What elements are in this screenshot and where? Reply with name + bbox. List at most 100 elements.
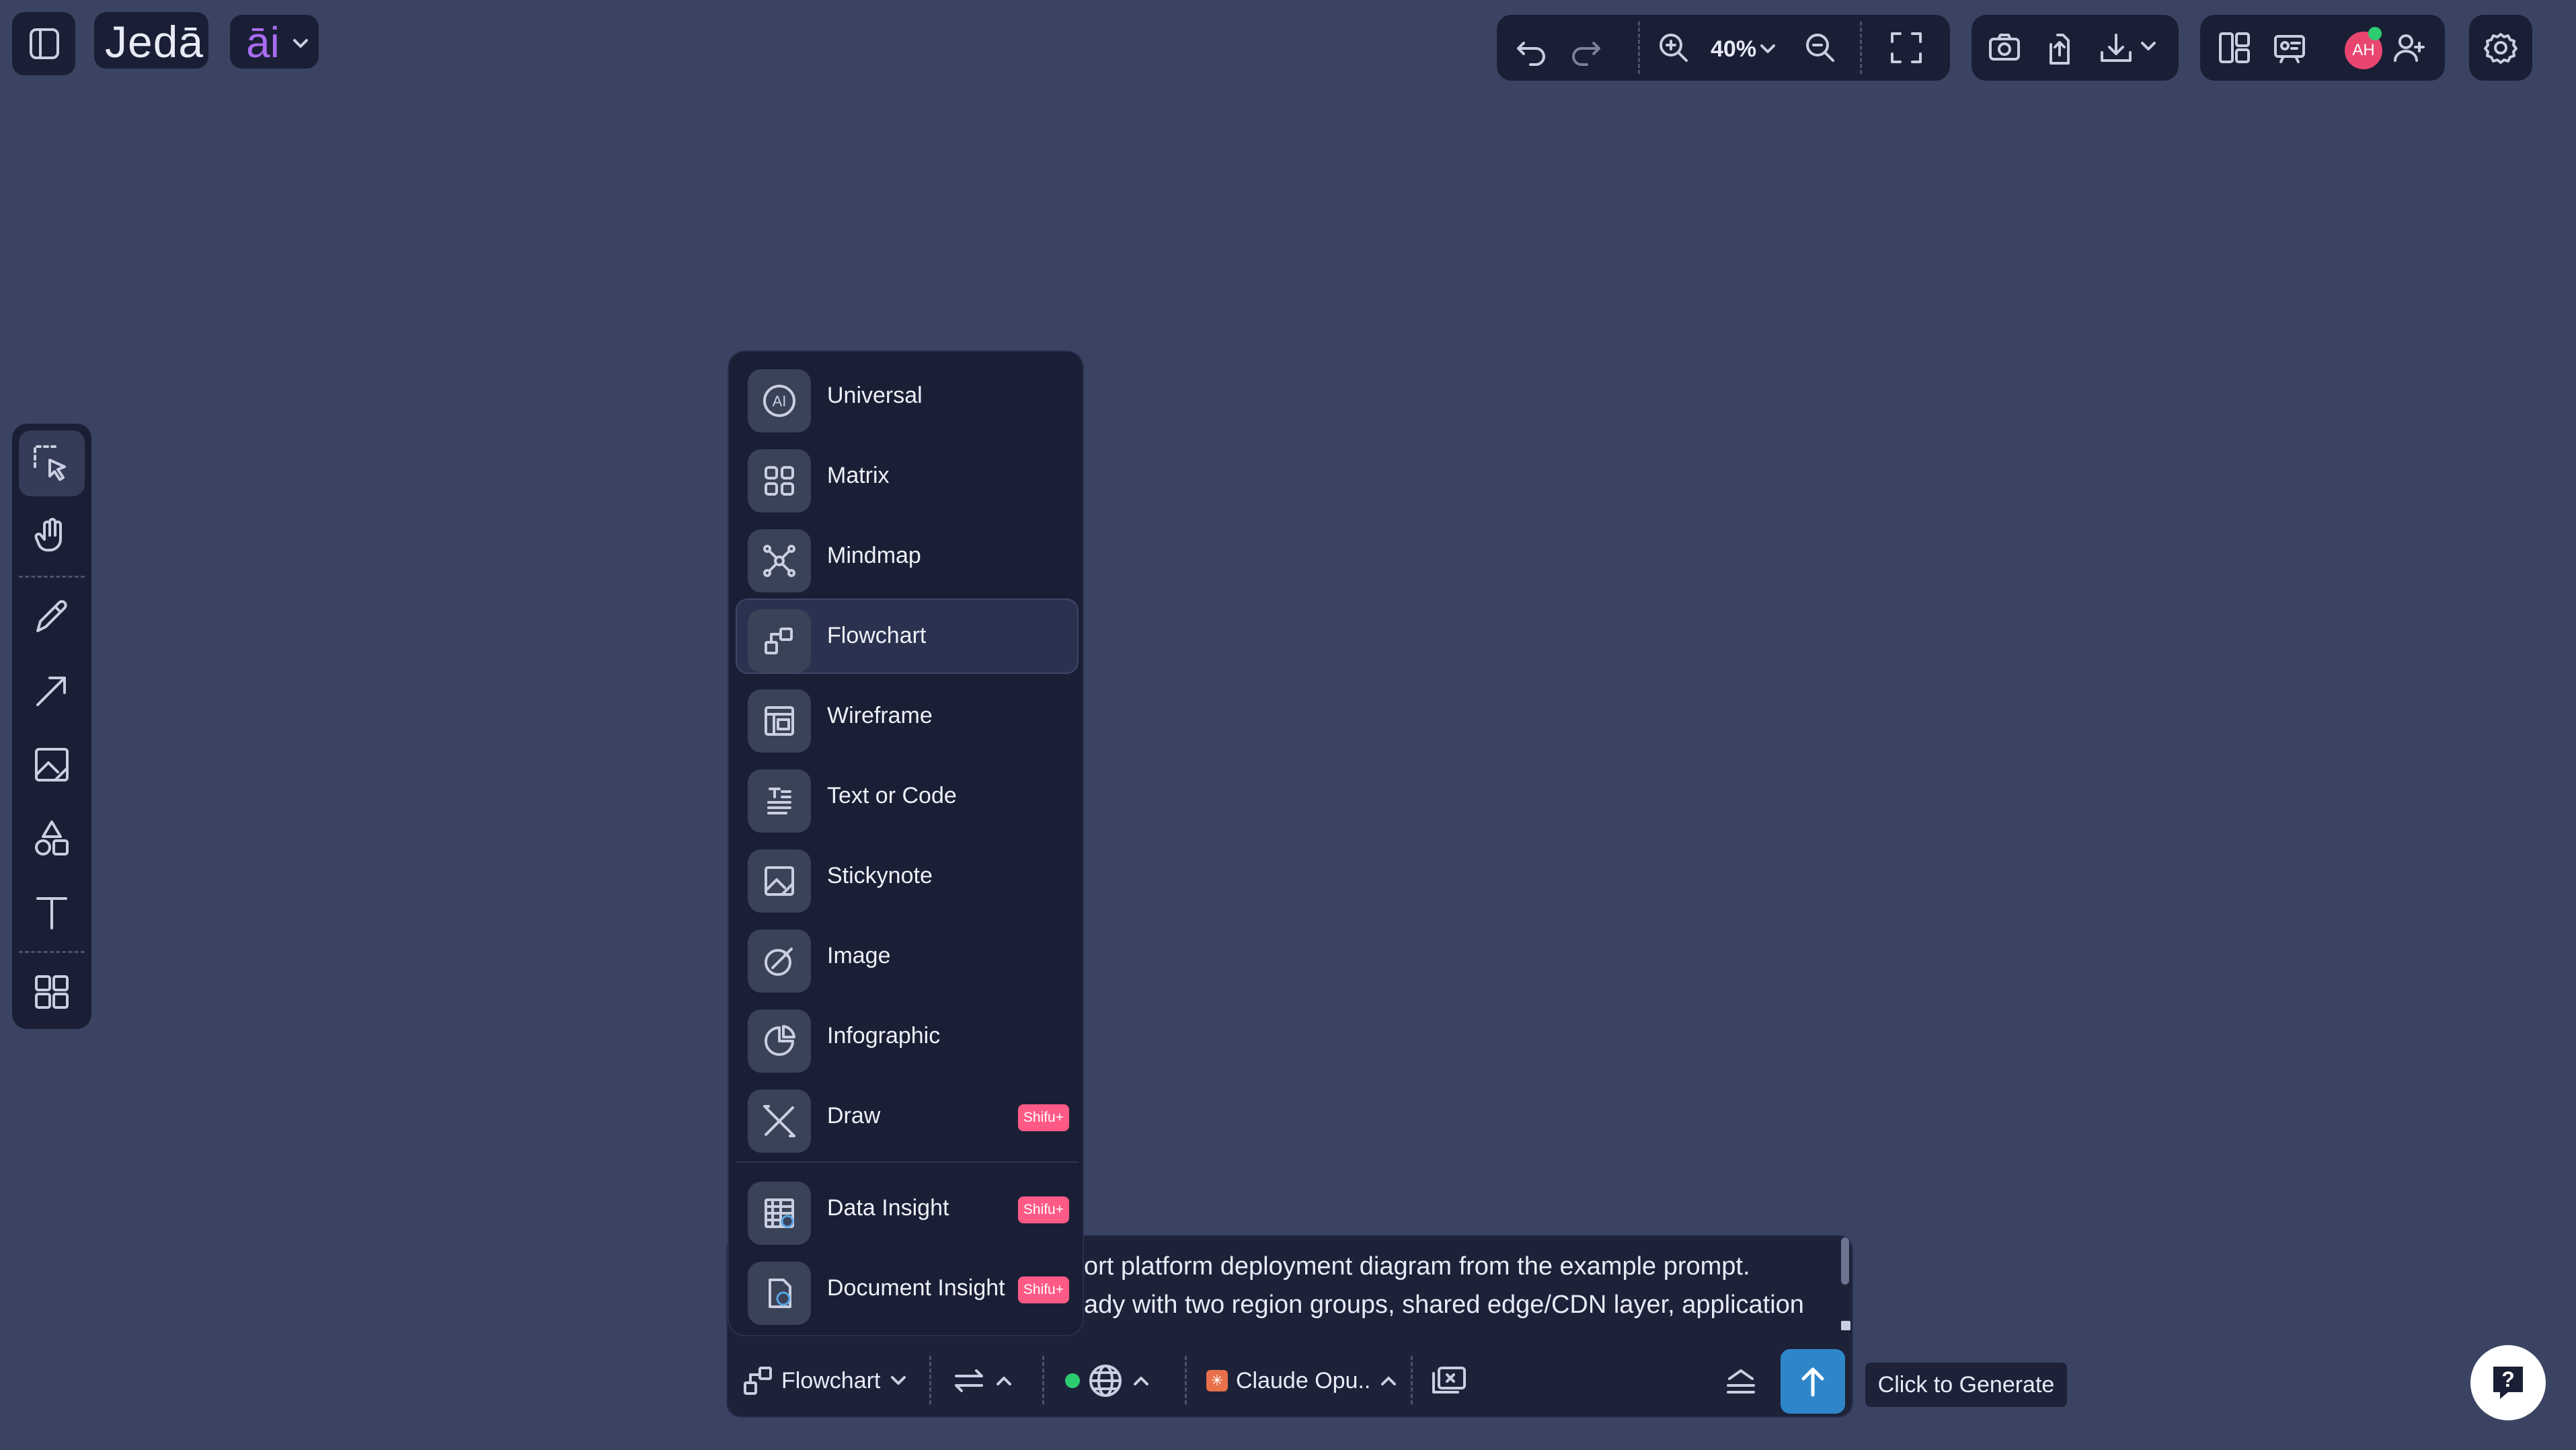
presentation-button[interactable]: [2269, 27, 2310, 69]
menu-item-label: Image: [827, 943, 891, 968]
prompt-scrollbar[interactable]: [1841, 1237, 1849, 1285]
menu-item-document-insight[interactable]: Document Insight Shifu+: [736, 1251, 1079, 1326]
flowchart-icon: [744, 1367, 772, 1395]
menu-item-data-insight[interactable]: Data Insight Shifu+: [736, 1171, 1079, 1246]
stickynote-tool[interactable]: [19, 732, 85, 798]
clear-context-button[interactable]: [1428, 1360, 1470, 1402]
mode-select[interactable]: Flowchart: [742, 1361, 908, 1400]
undo-button[interactable]: [1510, 27, 1552, 69]
pan-tool[interactable]: [19, 503, 85, 569]
history-zoom-toolbar: 40%: [1497, 15, 1950, 81]
menu-item-matrix[interactable]: Matrix: [736, 438, 1079, 514]
image-brush-icon: [748, 929, 811, 993]
prompt-line-1: ort platform deployment diagram from the…: [1084, 1252, 1750, 1281]
download-button[interactable]: [2095, 27, 2169, 69]
menu-item-mindmap[interactable]: Mindmap: [736, 519, 1079, 594]
stickynote-icon: [35, 748, 69, 781]
menu-item-label: Universal: [827, 383, 923, 408]
upload-icon: [2050, 34, 2070, 65]
shifu-plus-badge: Shifu+: [1017, 1104, 1069, 1131]
ai-menu-button[interactable]: āi: [230, 15, 319, 69]
zoom-level: 40%: [1711, 36, 1757, 62]
chevron-down-icon: [1760, 44, 1776, 53]
menu-item-draw[interactable]: Draw Shifu+: [736, 1079, 1079, 1154]
arrow-tool[interactable]: [19, 658, 85, 724]
select-cursor-icon: [34, 445, 66, 481]
text-tool[interactable]: [19, 880, 85, 946]
menu-item-label: Draw: [827, 1103, 881, 1129]
screenshot-button[interactable]: [1984, 27, 2025, 69]
chevron-down-icon: [293, 39, 308, 48]
claude-logo-icon: ✳: [1206, 1370, 1228, 1391]
select-tool[interactable]: [19, 430, 85, 496]
redo-icon: [1572, 42, 1600, 66]
layout-button[interactable]: [2214, 27, 2255, 69]
resize-handle[interactable]: [1841, 1321, 1850, 1330]
menu-item-universal[interactable]: AI Universal: [736, 358, 1079, 434]
arrow-icon: [36, 677, 66, 706]
add-user-icon: [2394, 34, 2425, 62]
zoom-out-icon: [1806, 34, 1834, 62]
chevron-up-icon: [1381, 1377, 1397, 1385]
invite-user-button[interactable]: [2388, 27, 2430, 69]
collapse-icon: [1727, 1369, 1755, 1394]
swap-direction-button[interactable]: [952, 1361, 1014, 1400]
pencil-tool[interactable]: [19, 584, 85, 650]
redo-button[interactable]: [1565, 27, 1607, 69]
fullscreen-icon: [1891, 32, 1922, 63]
zoom-level-select[interactable]: 40%: [1711, 32, 1779, 66]
left-tool-palette: [12, 424, 91, 1029]
zoom-in-icon: [1660, 34, 1688, 62]
fit-screen-button[interactable]: [1885, 27, 1927, 69]
menu-item-label: Flowchart: [827, 623, 927, 648]
wireframe-icon: [748, 689, 811, 753]
menu-item-label: Wireframe: [827, 703, 933, 728]
menu-item-label: Matrix: [827, 463, 890, 488]
menu-item-label: Stickynote: [827, 863, 933, 888]
shifu-plus-badge: Shifu+: [1017, 1276, 1069, 1303]
zoom-out-button[interactable]: [1799, 27, 1841, 69]
arrow-up-icon: [1801, 1367, 1824, 1397]
collaboration-toolbar: AH: [2200, 15, 2445, 81]
grid-icon: [35, 975, 69, 1009]
brand-logo[interactable]: Jedā: [94, 12, 208, 69]
share-button[interactable]: [2039, 27, 2080, 69]
menu-item-flowchart[interactable]: Flowchart: [736, 599, 1079, 674]
sidebar-panel-icon: [30, 28, 59, 59]
web-search-toggle[interactable]: [1065, 1361, 1151, 1400]
zoom-in-button[interactable]: [1653, 27, 1694, 69]
collapse-prompt-button[interactable]: [1720, 1360, 1762, 1402]
online-status-dot: [2368, 27, 2382, 40]
avatar-initials: AH: [2352, 41, 2375, 59]
text-code-icon: [748, 769, 811, 833]
menu-item-wireframe[interactable]: Wireframe: [736, 679, 1079, 754]
shapes-tool[interactable]: [19, 806, 85, 872]
prompt-input[interactable]: ort platform deployment diagram from the…: [1084, 1248, 1830, 1335]
data-table-icon: [748, 1182, 811, 1245]
mindmap-icon: [748, 529, 811, 593]
settings-button[interactable]: [2469, 15, 2532, 81]
generate-button[interactable]: [1781, 1349, 1845, 1414]
help-button[interactable]: ?: [2470, 1345, 2546, 1420]
menu-item-image[interactable]: Image: [736, 919, 1079, 994]
download-icon: [2101, 34, 2156, 62]
menu-item-infographic[interactable]: Infographic: [736, 999, 1079, 1074]
status-dot: [1065, 1373, 1080, 1388]
menu-item-stickynote[interactable]: Stickynote: [736, 839, 1079, 914]
templates-tool[interactable]: [19, 959, 85, 1025]
presentation-icon: [2274, 35, 2305, 63]
mode-dropdown-menu: AI Universal Matrix Mindmap Flowchart Wi…: [728, 350, 1084, 1336]
model-select[interactable]: ✳ Claude Opu..: [1206, 1361, 1399, 1400]
grid-icon: [748, 449, 811, 512]
svg-text:?: ?: [2501, 1367, 2515, 1391]
pie-chart-icon: [748, 1009, 811, 1073]
menu-item-text-or-code[interactable]: Text or Code: [736, 759, 1079, 834]
camera-icon: [1989, 34, 2020, 61]
svg-text:AI: AI: [773, 393, 787, 410]
chevron-up-icon: [997, 1377, 1011, 1385]
sidebar-toggle-button[interactable]: [12, 12, 75, 75]
menu-item-label: Mindmap: [827, 543, 921, 568]
chevron-down-icon: [891, 1376, 906, 1385]
ai-circle-icon: AI: [748, 369, 811, 432]
menu-item-label: Text or Code: [827, 783, 957, 808]
